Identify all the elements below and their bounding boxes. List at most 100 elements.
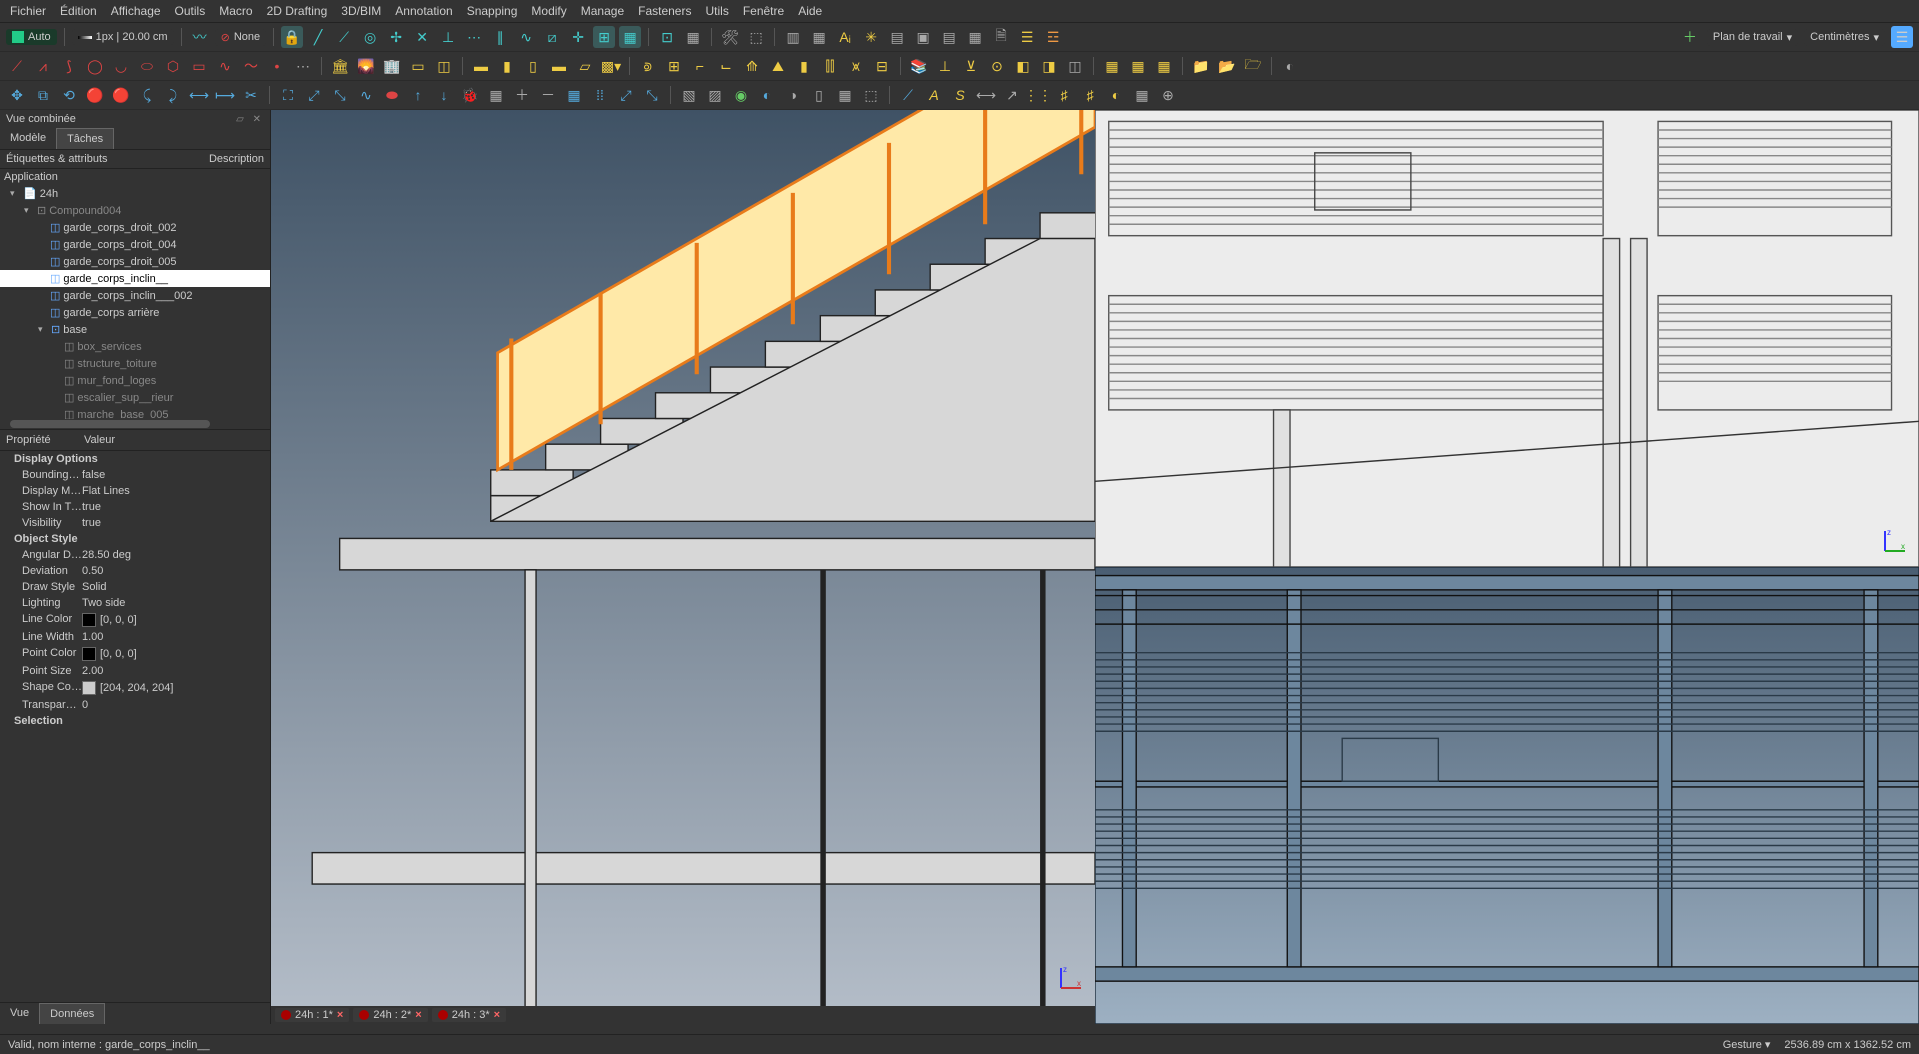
menu-macro[interactable]: Macro (219, 4, 252, 18)
minus-icon[interactable]: － (537, 84, 559, 106)
doc-tab-1[interactable]: 24h : 1*× (275, 1008, 349, 1022)
survey-icon[interactable]: ⬚ (860, 84, 882, 106)
reference-icon[interactable]: ⊻ (960, 55, 982, 77)
tree-item[interactable]: ◫ garde_corps_droit_005 (0, 253, 270, 270)
prop-line-width[interactable]: Line Width1.00 (0, 629, 270, 645)
prop-display-mode[interactable]: Display ModeFlat Lines (0, 483, 270, 499)
toggle-grid-icon[interactable]: ▦ (682, 26, 704, 48)
truss-icon[interactable]: ⩙ (845, 55, 867, 77)
point-icon[interactable]: • (266, 55, 288, 77)
view-2[interactable]: zx (1095, 110, 1919, 567)
create-wp-icon[interactable]: ⟋ (897, 84, 919, 106)
tree-item-selected[interactable]: ◫ garde_corps_inclin__ (0, 270, 270, 287)
menu-fasteners[interactable]: Fasteners (638, 4, 691, 18)
site-icon[interactable]: 🌄 (355, 55, 377, 77)
close-icon[interactable]: × (415, 1009, 421, 1021)
array-icon[interactable]: ▦ (563, 84, 585, 106)
tree-doc[interactable]: ▾📄 24h (0, 185, 270, 202)
menu-snapping[interactable]: Snapping (467, 4, 518, 18)
menu-affichage[interactable]: Affichage (111, 4, 161, 18)
dimension-icon[interactable]: ⟷ (975, 84, 997, 106)
folder-icon[interactable]: 📁 (1190, 55, 1212, 77)
line-style-button[interactable]: 1px | 20.00 cm (72, 29, 174, 45)
bim-manage-icon[interactable]: Aᵢ (834, 26, 856, 48)
polyline-icon[interactable]: ⩘ (32, 55, 54, 77)
prop-visibility[interactable]: Visibilitytrue (0, 515, 270, 531)
wall-icon[interactable]: ▬ (470, 55, 492, 77)
bspline-icon[interactable]: ∿ (214, 55, 236, 77)
menu-fenetre[interactable]: Fenêtre (743, 4, 784, 18)
construction-mode-icon[interactable]: 〰 (189, 26, 211, 48)
menu-edition[interactable]: Édition (60, 4, 97, 18)
property-view[interactable]: Display Options Bounding B...false Displ… (0, 451, 270, 1002)
arc-icon[interactable]: ◡ (110, 55, 132, 77)
doc-tab-2[interactable]: 24h : 2*× (353, 1008, 427, 1022)
snap-endpoint-icon[interactable]: ╱ (307, 26, 329, 48)
tab-data[interactable]: Données (39, 1003, 105, 1024)
window-icon[interactable]: ▥ (782, 26, 804, 48)
snap-extension-icon[interactable]: ⋯ (463, 26, 485, 48)
prop-point-color[interactable]: Point Color[0, 0, 0] (0, 645, 270, 663)
toggle-subs-icon[interactable]: ▦ (834, 84, 856, 106)
generic-icon[interactable]: ◫ (1064, 55, 1086, 77)
copy-icon[interactable]: ⧉ (32, 84, 54, 106)
drawing-icon[interactable]: ▦ (1131, 84, 1153, 106)
auto-color-button[interactable]: Auto (6, 29, 57, 45)
section-cut-icon[interactable]: ▧ (678, 84, 700, 106)
menu-utils[interactable]: Utils (705, 4, 728, 18)
draft2sketch-icon[interactable]: ⤡ (329, 84, 351, 106)
snap-intersection-icon[interactable]: ✕ (411, 26, 433, 48)
split-icon[interactable]: ✂ (240, 84, 262, 106)
menu-annotation[interactable]: Annotation (395, 4, 452, 18)
section-icon[interactable]: ◐ (1105, 84, 1127, 106)
color-swatch-icon[interactable] (82, 681, 96, 695)
prop-point-size[interactable]: Point Size2.00 (0, 663, 270, 679)
nudge-switch-icon[interactable]: ◐ (1279, 55, 1301, 77)
view-3[interactable] (1095, 567, 1919, 1024)
snap-workplane-icon[interactable]: ▦ (619, 26, 641, 48)
prop-deviation[interactable]: Deviation0.50 (0, 563, 270, 579)
tab-view[interactable]: Vue (0, 1003, 39, 1024)
boolean-cut-icon[interactable]: ◐ (756, 84, 778, 106)
material-icon[interactable]: ▦ (1101, 55, 1123, 77)
path-array-icon[interactable]: ⤢ (615, 84, 637, 106)
snap-ortho-icon[interactable]: ✛ (567, 26, 589, 48)
window-comp-icon[interactable]: ⊞ (663, 55, 685, 77)
rotate-plus-icon[interactable]: 🔴 (84, 84, 106, 106)
snap-angle-icon[interactable]: ✢ (385, 26, 407, 48)
polar-array-icon[interactable]: ⁞⁞ (589, 84, 611, 106)
snap-perpendicular-icon[interactable]: ⊥ (437, 26, 459, 48)
plus-icon[interactable]: ＋ (511, 84, 533, 106)
bezier-icon[interactable]: 〜 (240, 55, 262, 77)
box-3d-icon[interactable]: ◧ (1012, 55, 1034, 77)
menu-fichier[interactable]: Fichier (10, 4, 46, 18)
door-icon[interactable]: ⟄ (637, 55, 659, 77)
boolean-common-icon[interactable]: ◑ (782, 84, 804, 106)
extrude-icon[interactable]: ▦ (485, 84, 507, 106)
fence-icon[interactable]: ⫿⫿ (819, 55, 841, 77)
prop-show-in-tree[interactable]: Show In Treetrue (0, 499, 270, 515)
upgrade-icon[interactable]: ∿ (355, 84, 377, 106)
polygon-icon[interactable]: ⬡ (162, 55, 184, 77)
view-1[interactable]: zx 24h : 1*× 24h : 2*× 24h : 3*× (271, 110, 1095, 1024)
quantities-icon[interactable]: ▤ (886, 26, 908, 48)
style-none-button[interactable]: ⊘ None (215, 29, 267, 46)
prop-draw-style[interactable]: Draw StyleSolid (0, 579, 270, 595)
tab-tasks[interactable]: Tâches (56, 128, 114, 149)
tree-base[interactable]: ▾⊡ base (0, 321, 270, 338)
folder-add-icon[interactable]: 📂 (1216, 55, 1238, 77)
section-plane-icon[interactable]: ▯ (808, 84, 830, 106)
snap-near-icon[interactable]: ⧄ (541, 26, 563, 48)
glue-icon[interactable]: ⊕ (1157, 84, 1179, 106)
snap-lock-icon[interactable]: 🔒 (281, 26, 303, 48)
shapestring-icon[interactable]: S (949, 84, 971, 106)
building-icon[interactable]: 🏢 (381, 55, 403, 77)
tile-icon[interactable]: ▦ (808, 26, 830, 48)
color-swatch-icon[interactable] (82, 613, 96, 627)
tree-view[interactable]: Application ▾📄 24h ▾⊡ Compound004 ◫ gard… (0, 169, 270, 419)
circle-icon[interactable]: ◯ (84, 55, 106, 77)
boolean-fuse-icon[interactable]: ◉ (730, 84, 752, 106)
tree-item[interactable]: ◫ marche_base_005 (0, 406, 270, 419)
more-icon[interactable]: ⋯ (292, 55, 314, 77)
tree-compound[interactable]: ▾⊡ Compound004 (0, 202, 270, 219)
